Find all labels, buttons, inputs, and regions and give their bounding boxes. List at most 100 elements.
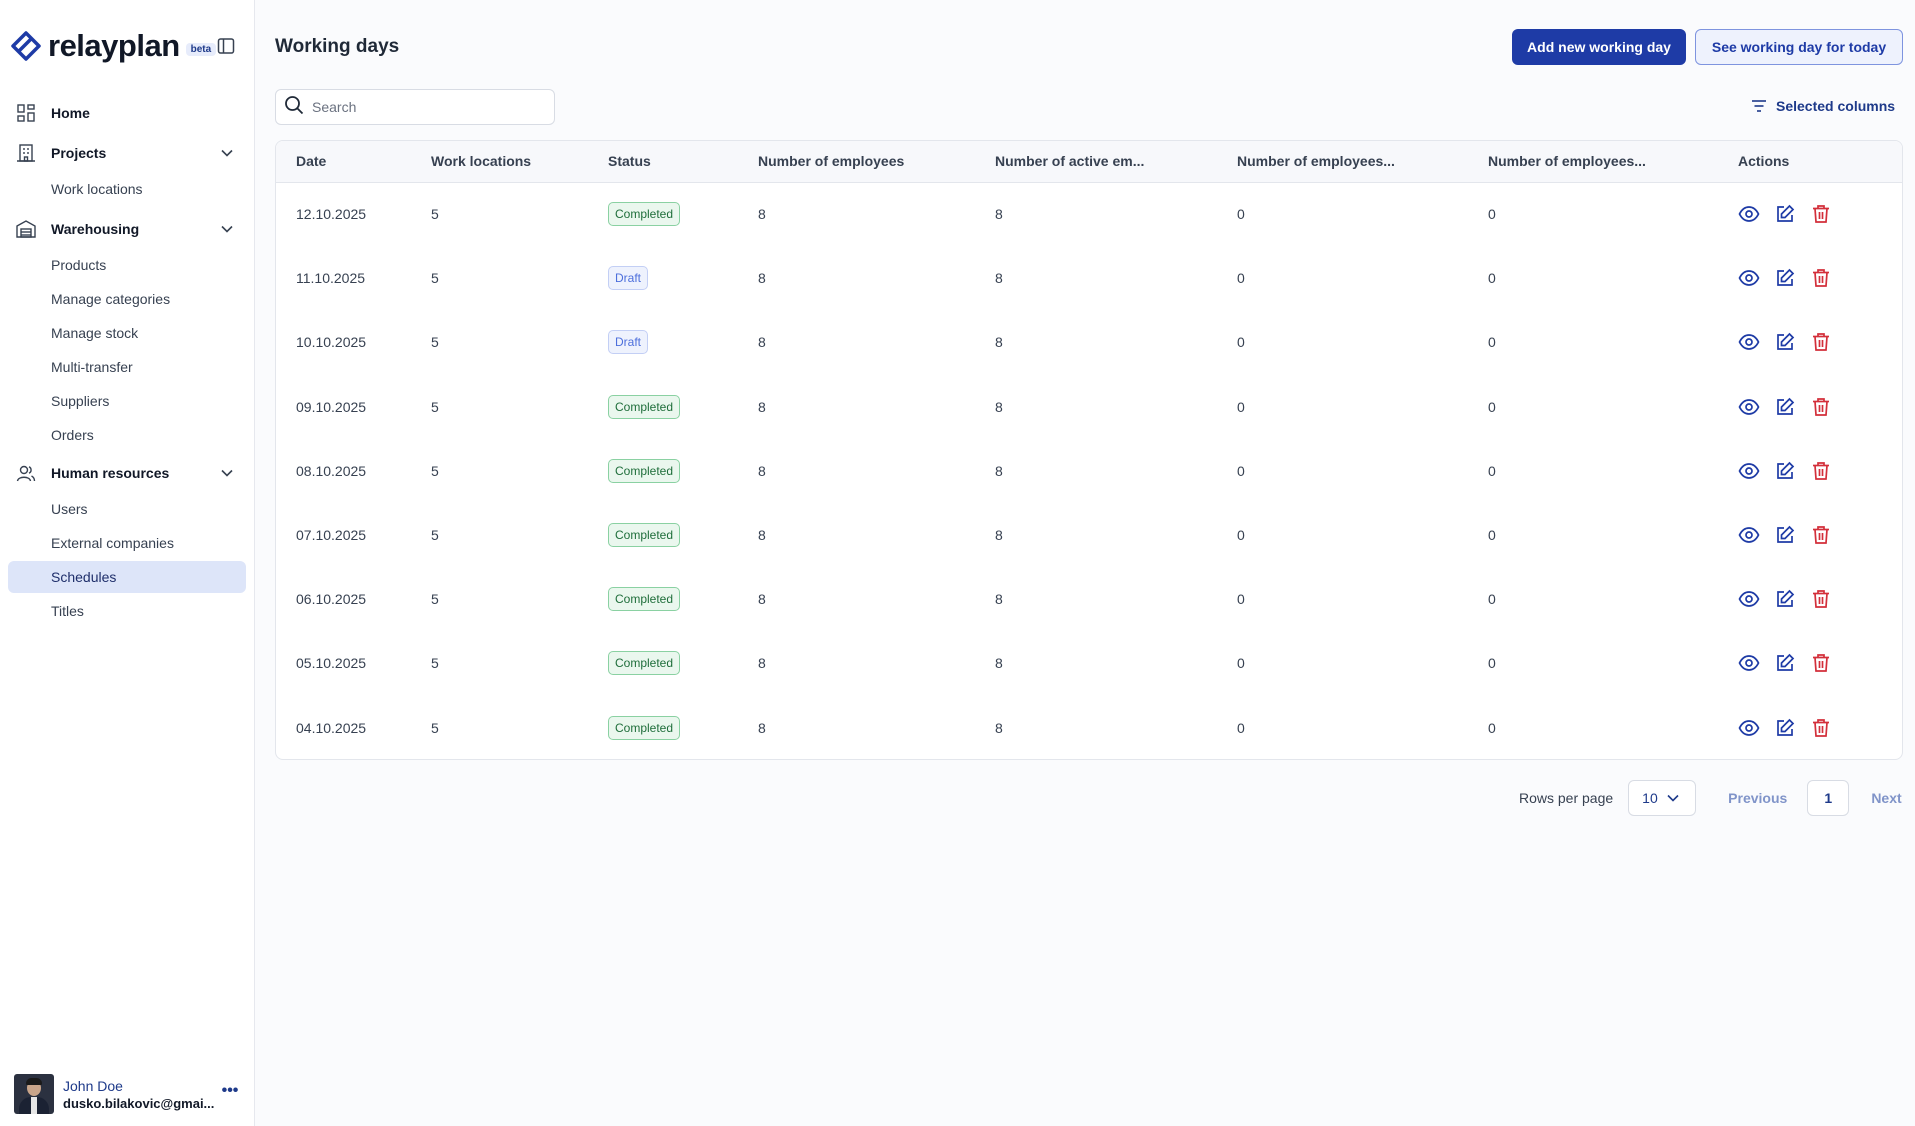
sidebar-item-work-locations[interactable]: Work locations <box>8 173 246 205</box>
employees-cell: 0 <box>1237 527 1245 544</box>
edit-icon[interactable] <box>1774 396 1796 418</box>
see-today-button[interactable]: See working day for today <box>1695 29 1903 65</box>
rows-per-page-label: Rows per page <box>1519 790 1614 806</box>
status-cell: Completed <box>588 182 738 246</box>
sidebar-item-home[interactable]: Home <box>8 95 246 131</box>
eye-icon[interactable] <box>1738 460 1760 482</box>
table-header: Date Work locations Status Number of emp… <box>276 141 1902 182</box>
column-header[interactable]: Work locations <box>411 141 588 182</box>
search-input[interactable] <box>312 99 532 115</box>
employees-cell: 8 <box>758 462 766 479</box>
column-header[interactable]: Status <box>588 141 738 182</box>
work-locations-cell: 5 <box>431 591 439 608</box>
eye-icon[interactable] <box>1738 203 1760 225</box>
search-box <box>275 89 555 125</box>
date-cell: 06.10.2025 <box>296 591 367 608</box>
eye-icon[interactable] <box>1738 524 1760 546</box>
sidebar-item-external-companies[interactable]: External companies <box>8 527 246 559</box>
chevron-down-icon[interactable] <box>218 144 236 162</box>
column-header[interactable]: Date <box>276 141 411 182</box>
trash-icon[interactable] <box>1810 267 1832 289</box>
eye-icon[interactable] <box>1738 588 1760 610</box>
employees-cell: 0 <box>1488 206 1496 223</box>
active-employees-cell: 8 <box>995 655 1003 672</box>
sidebar-item-projects[interactable]: Projects <box>8 135 246 171</box>
column-header: Actions <box>1738 153 1790 170</box>
rows-per-page-select[interactable]: 10 <box>1628 780 1697 816</box>
status-cell: Completed <box>588 696 738 760</box>
user-name: John Doe <box>63 1077 123 1094</box>
sidebar-item-titles[interactable]: Titles <box>8 595 246 627</box>
trash-icon[interactable] <box>1810 524 1832 546</box>
chevron-down-icon[interactable] <box>218 220 236 238</box>
work-locations-cell: 5 <box>431 206 439 223</box>
eye-icon[interactable] <box>1738 396 1760 418</box>
trash-icon[interactable] <box>1810 203 1832 225</box>
edit-icon[interactable] <box>1774 331 1796 353</box>
edit-icon[interactable] <box>1774 588 1796 610</box>
column-header[interactable]: Number of employees <box>738 141 975 182</box>
pagination: Rows per page 10 Previous 1 Next <box>1519 779 1902 817</box>
next-page-button[interactable]: Next <box>1871 790 1901 806</box>
sidebar-item-manage-stock[interactable]: Manage stock <box>8 317 246 349</box>
sidebar-item-manage-categories[interactable]: Manage categories <box>8 283 246 315</box>
sidebar-item-multi-transfer[interactable]: Multi-transfer <box>8 351 246 383</box>
sidebar-toggle-icon[interactable] <box>216 36 236 56</box>
employees-cell: 0 <box>1237 270 1245 287</box>
table-row: 04.10.2025 5 Completed 8 8 0 0 <box>276 696 1902 760</box>
edit-icon[interactable] <box>1774 652 1796 674</box>
brand-name: relayplan <box>48 28 180 63</box>
employees-cell: 8 <box>758 206 766 223</box>
trash-icon[interactable] <box>1810 460 1832 482</box>
eye-icon[interactable] <box>1738 717 1760 739</box>
employees-cell: 8 <box>758 527 766 544</box>
filter-icon <box>1752 100 1766 112</box>
employees-cell: 0 <box>1237 591 1245 608</box>
edit-icon[interactable] <box>1774 267 1796 289</box>
sidebar-item-suppliers[interactable]: Suppliers <box>8 385 246 417</box>
chevron-down-icon[interactable] <box>218 464 236 482</box>
active-employees-cell: 8 <box>995 462 1003 479</box>
selected-columns-button[interactable]: Selected columns <box>1750 97 1895 115</box>
trash-icon[interactable] <box>1810 717 1832 739</box>
sidebar-item-human-resources[interactable]: Human resources <box>8 455 246 491</box>
trash-icon[interactable] <box>1810 588 1832 610</box>
relayplan-logo-icon <box>8 28 44 64</box>
column-header[interactable]: Number of employees... <box>1468 141 1718 182</box>
sidebar-item-schedules[interactable]: Schedules <box>8 561 246 593</box>
status-badge: Completed <box>608 715 681 740</box>
employees-cell: 8 <box>758 270 766 287</box>
employees-cell: 0 <box>1488 591 1496 608</box>
page-number-button[interactable]: 1 <box>1807 780 1850 816</box>
trash-icon[interactable] <box>1810 331 1832 353</box>
employees-cell: 0 <box>1488 719 1496 736</box>
trash-icon[interactable] <box>1810 652 1832 674</box>
edit-icon[interactable] <box>1774 460 1796 482</box>
more-options-icon[interactable]: ••• <box>220 1083 240 1104</box>
column-header[interactable]: Number of active em... <box>975 141 1217 182</box>
edit-icon[interactable] <box>1774 203 1796 225</box>
active-employees-cell: 8 <box>995 270 1003 287</box>
active-employees-cell: 8 <box>995 527 1003 544</box>
eye-icon[interactable] <box>1738 652 1760 674</box>
eye-icon[interactable] <box>1738 267 1760 289</box>
edit-icon[interactable] <box>1774 524 1796 546</box>
sidebar: relayplan beta Home Projects Work locati… <box>0 0 255 1126</box>
employees-cell: 0 <box>1488 270 1496 287</box>
previous-page-button[interactable]: Previous <box>1728 790 1787 806</box>
table-row: 07.10.2025 5 Completed 8 8 0 0 <box>276 503 1902 567</box>
trash-icon[interactable] <box>1810 396 1832 418</box>
sidebar-item-warehousing[interactable]: Warehousing <box>8 211 246 247</box>
table-row: 10.10.2025 5 Draft 8 8 0 0 <box>276 310 1902 374</box>
add-working-day-button[interactable]: Add new working day <box>1512 29 1686 65</box>
sidebar-item-users[interactable]: Users <box>8 493 246 525</box>
work-locations-cell: 5 <box>431 719 439 736</box>
column-header[interactable]: Number of employees... <box>1217 141 1468 182</box>
sidebar-item-orders[interactable]: Orders <box>8 419 246 451</box>
edit-icon[interactable] <box>1774 717 1796 739</box>
sidebar-item-products[interactable]: Products <box>8 249 246 281</box>
user-profile[interactable]: John Doe dusko.bilakovic@gmai... ••• <box>14 1072 244 1116</box>
actions-cell <box>1718 439 1902 503</box>
eye-icon[interactable] <box>1738 331 1760 353</box>
employees-cell: 0 <box>1237 462 1245 479</box>
